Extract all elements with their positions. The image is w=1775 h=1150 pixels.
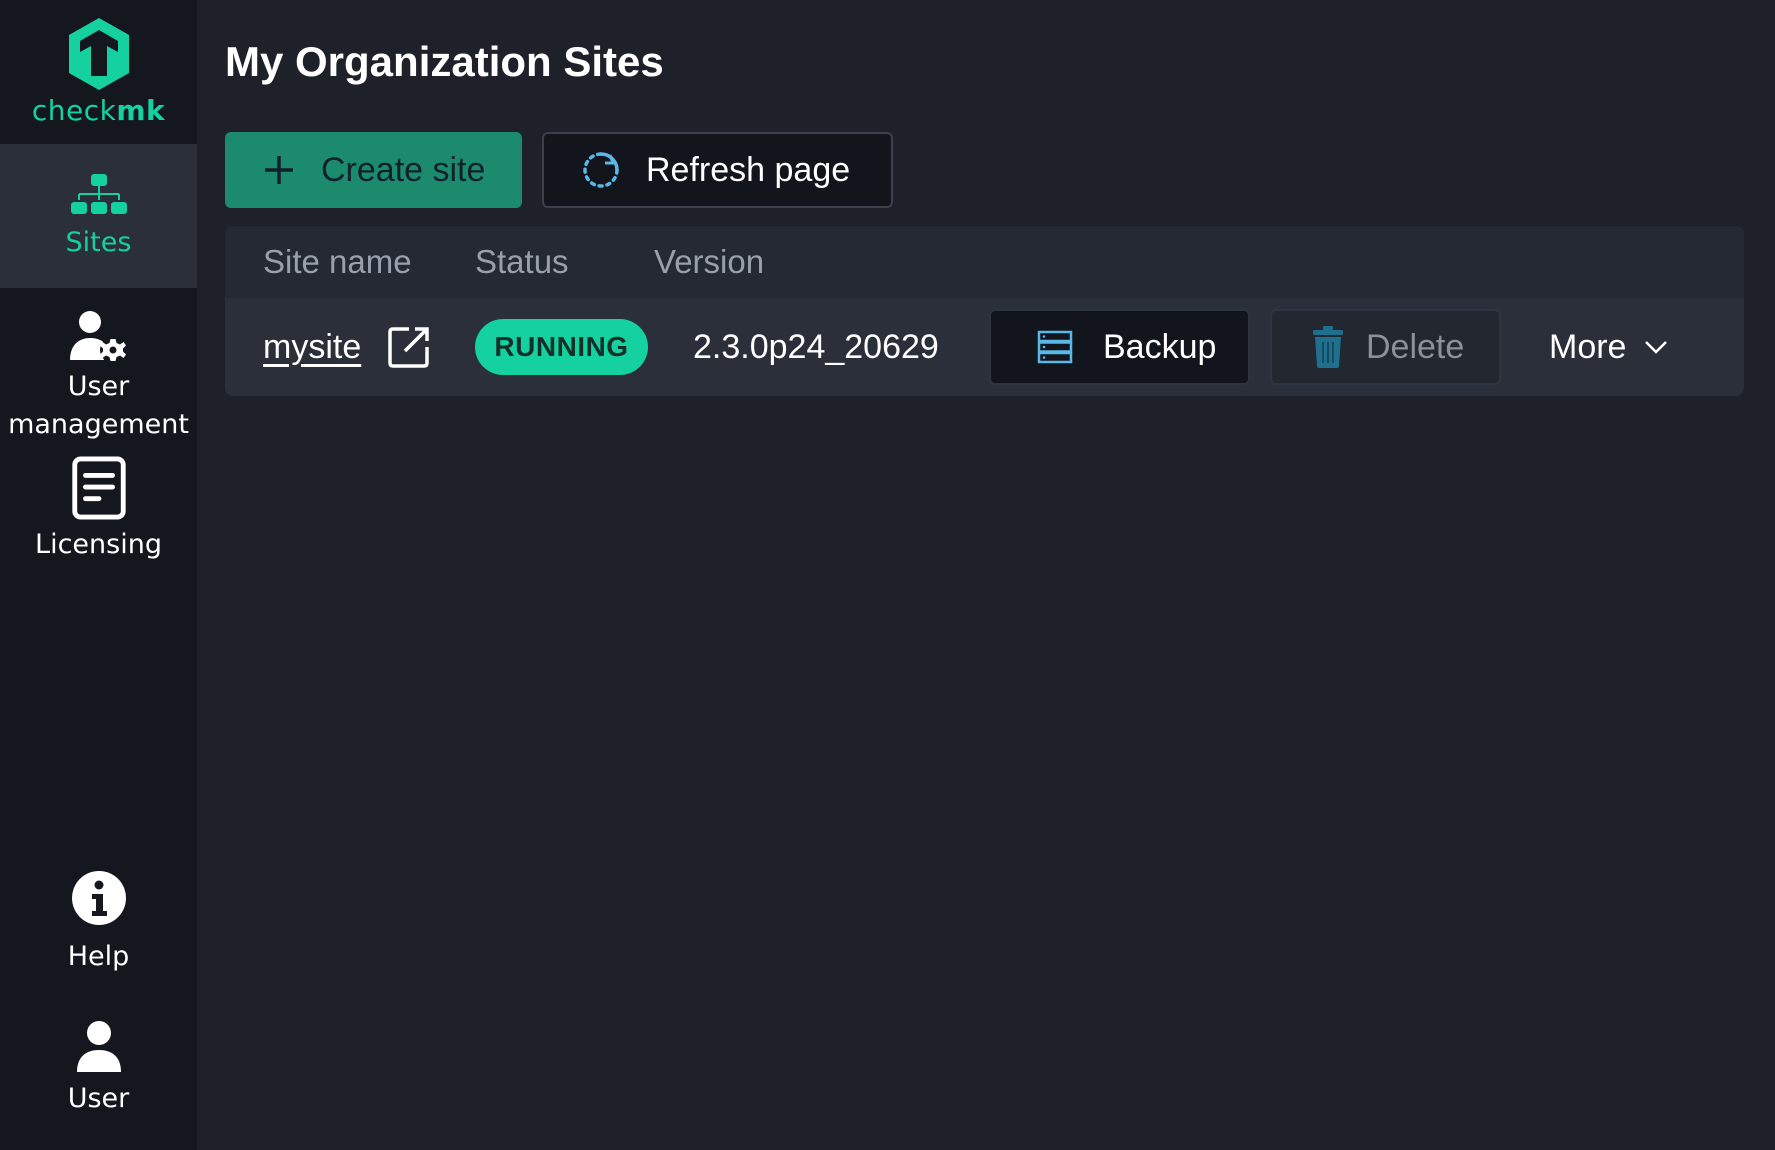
chevron-down-icon — [1644, 340, 1668, 354]
table-header: Site name Status Version — [225, 226, 1744, 298]
more-dropdown[interactable]: More — [1549, 328, 1668, 367]
create-site-button[interactable]: Create site — [225, 132, 522, 208]
sidebar-item-sites[interactable]: Sites — [0, 144, 197, 288]
checkmk-logo-icon — [68, 18, 129, 90]
backup-label: Backup — [1103, 327, 1217, 366]
refresh-page-label: Refresh page — [646, 150, 851, 189]
sitemap-icon — [70, 174, 127, 214]
sidebar-item-help[interactable]: Help — [0, 864, 197, 1010]
logo-wordmark-light: check — [31, 94, 117, 127]
sites-table: Site name Status Version mysite RUNNING — [225, 226, 1744, 396]
sidebar-item-user[interactable]: User — [0, 1010, 197, 1150]
document-icon — [71, 456, 126, 520]
user-icon — [76, 1021, 121, 1072]
sidebar-item-licensing[interactable]: Licensing — [0, 444, 197, 564]
main-content: My Organization Sites Create site Refres… — [197, 0, 1775, 1150]
more-label: More — [1549, 327, 1627, 366]
logo-wordmark-bold: mk — [116, 94, 166, 127]
sidebar-item-label: User management — [8, 368, 189, 444]
user-gear-icon — [69, 311, 126, 363]
site-name-cell: mysite — [225, 325, 475, 369]
logo-wordmark: checkmk — [32, 96, 165, 126]
create-site-label: Create site — [321, 150, 486, 189]
backup-button[interactable]: Backup — [989, 309, 1250, 385]
version-cell: 2.3.0p24_20629 — [693, 327, 939, 366]
external-link-icon[interactable] — [387, 325, 431, 369]
label-line-1: User — [67, 371, 130, 402]
server-icon — [1037, 330, 1073, 364]
trash-icon — [1313, 326, 1343, 368]
plus-icon — [265, 156, 293, 184]
refresh-icon — [583, 152, 619, 188]
delete-button[interactable]: Delete — [1270, 309, 1501, 385]
sidebar-item-label: User — [67, 1083, 130, 1114]
sidebar: checkmk Sites User management Licensing … — [0, 0, 197, 1150]
app-window: checkmk Sites User management Licensing … — [0, 0, 1775, 1150]
sidebar-item-label: Sites — [65, 227, 132, 258]
delete-label: Delete — [1366, 327, 1465, 366]
sidebar-item-label: Help — [67, 941, 130, 972]
sidebar-item-label: Licensing — [35, 529, 162, 560]
table-row: mysite RUNNING 2.3.0p24_20629 Backup Del… — [225, 298, 1744, 396]
status-badge: RUNNING — [475, 319, 648, 375]
label-line-2: management — [8, 409, 189, 440]
checkmk-logo[interactable]: checkmk — [0, 0, 197, 144]
sidebar-item-user-management[interactable]: User management — [0, 288, 197, 444]
info-icon — [71, 871, 126, 925]
toolbar: Create site Refresh page — [225, 132, 1775, 208]
sidebar-bottom: Help User — [0, 864, 197, 1150]
status-cell: RUNNING — [475, 319, 693, 375]
site-name-link[interactable]: mysite — [263, 328, 361, 367]
column-header-status: Status — [475, 243, 569, 280]
page-title: My Organization Sites — [225, 38, 664, 85]
column-header-version: Version — [654, 243, 765, 280]
refresh-page-button[interactable]: Refresh page — [542, 132, 893, 208]
column-header-site-name: Site name — [263, 243, 412, 280]
